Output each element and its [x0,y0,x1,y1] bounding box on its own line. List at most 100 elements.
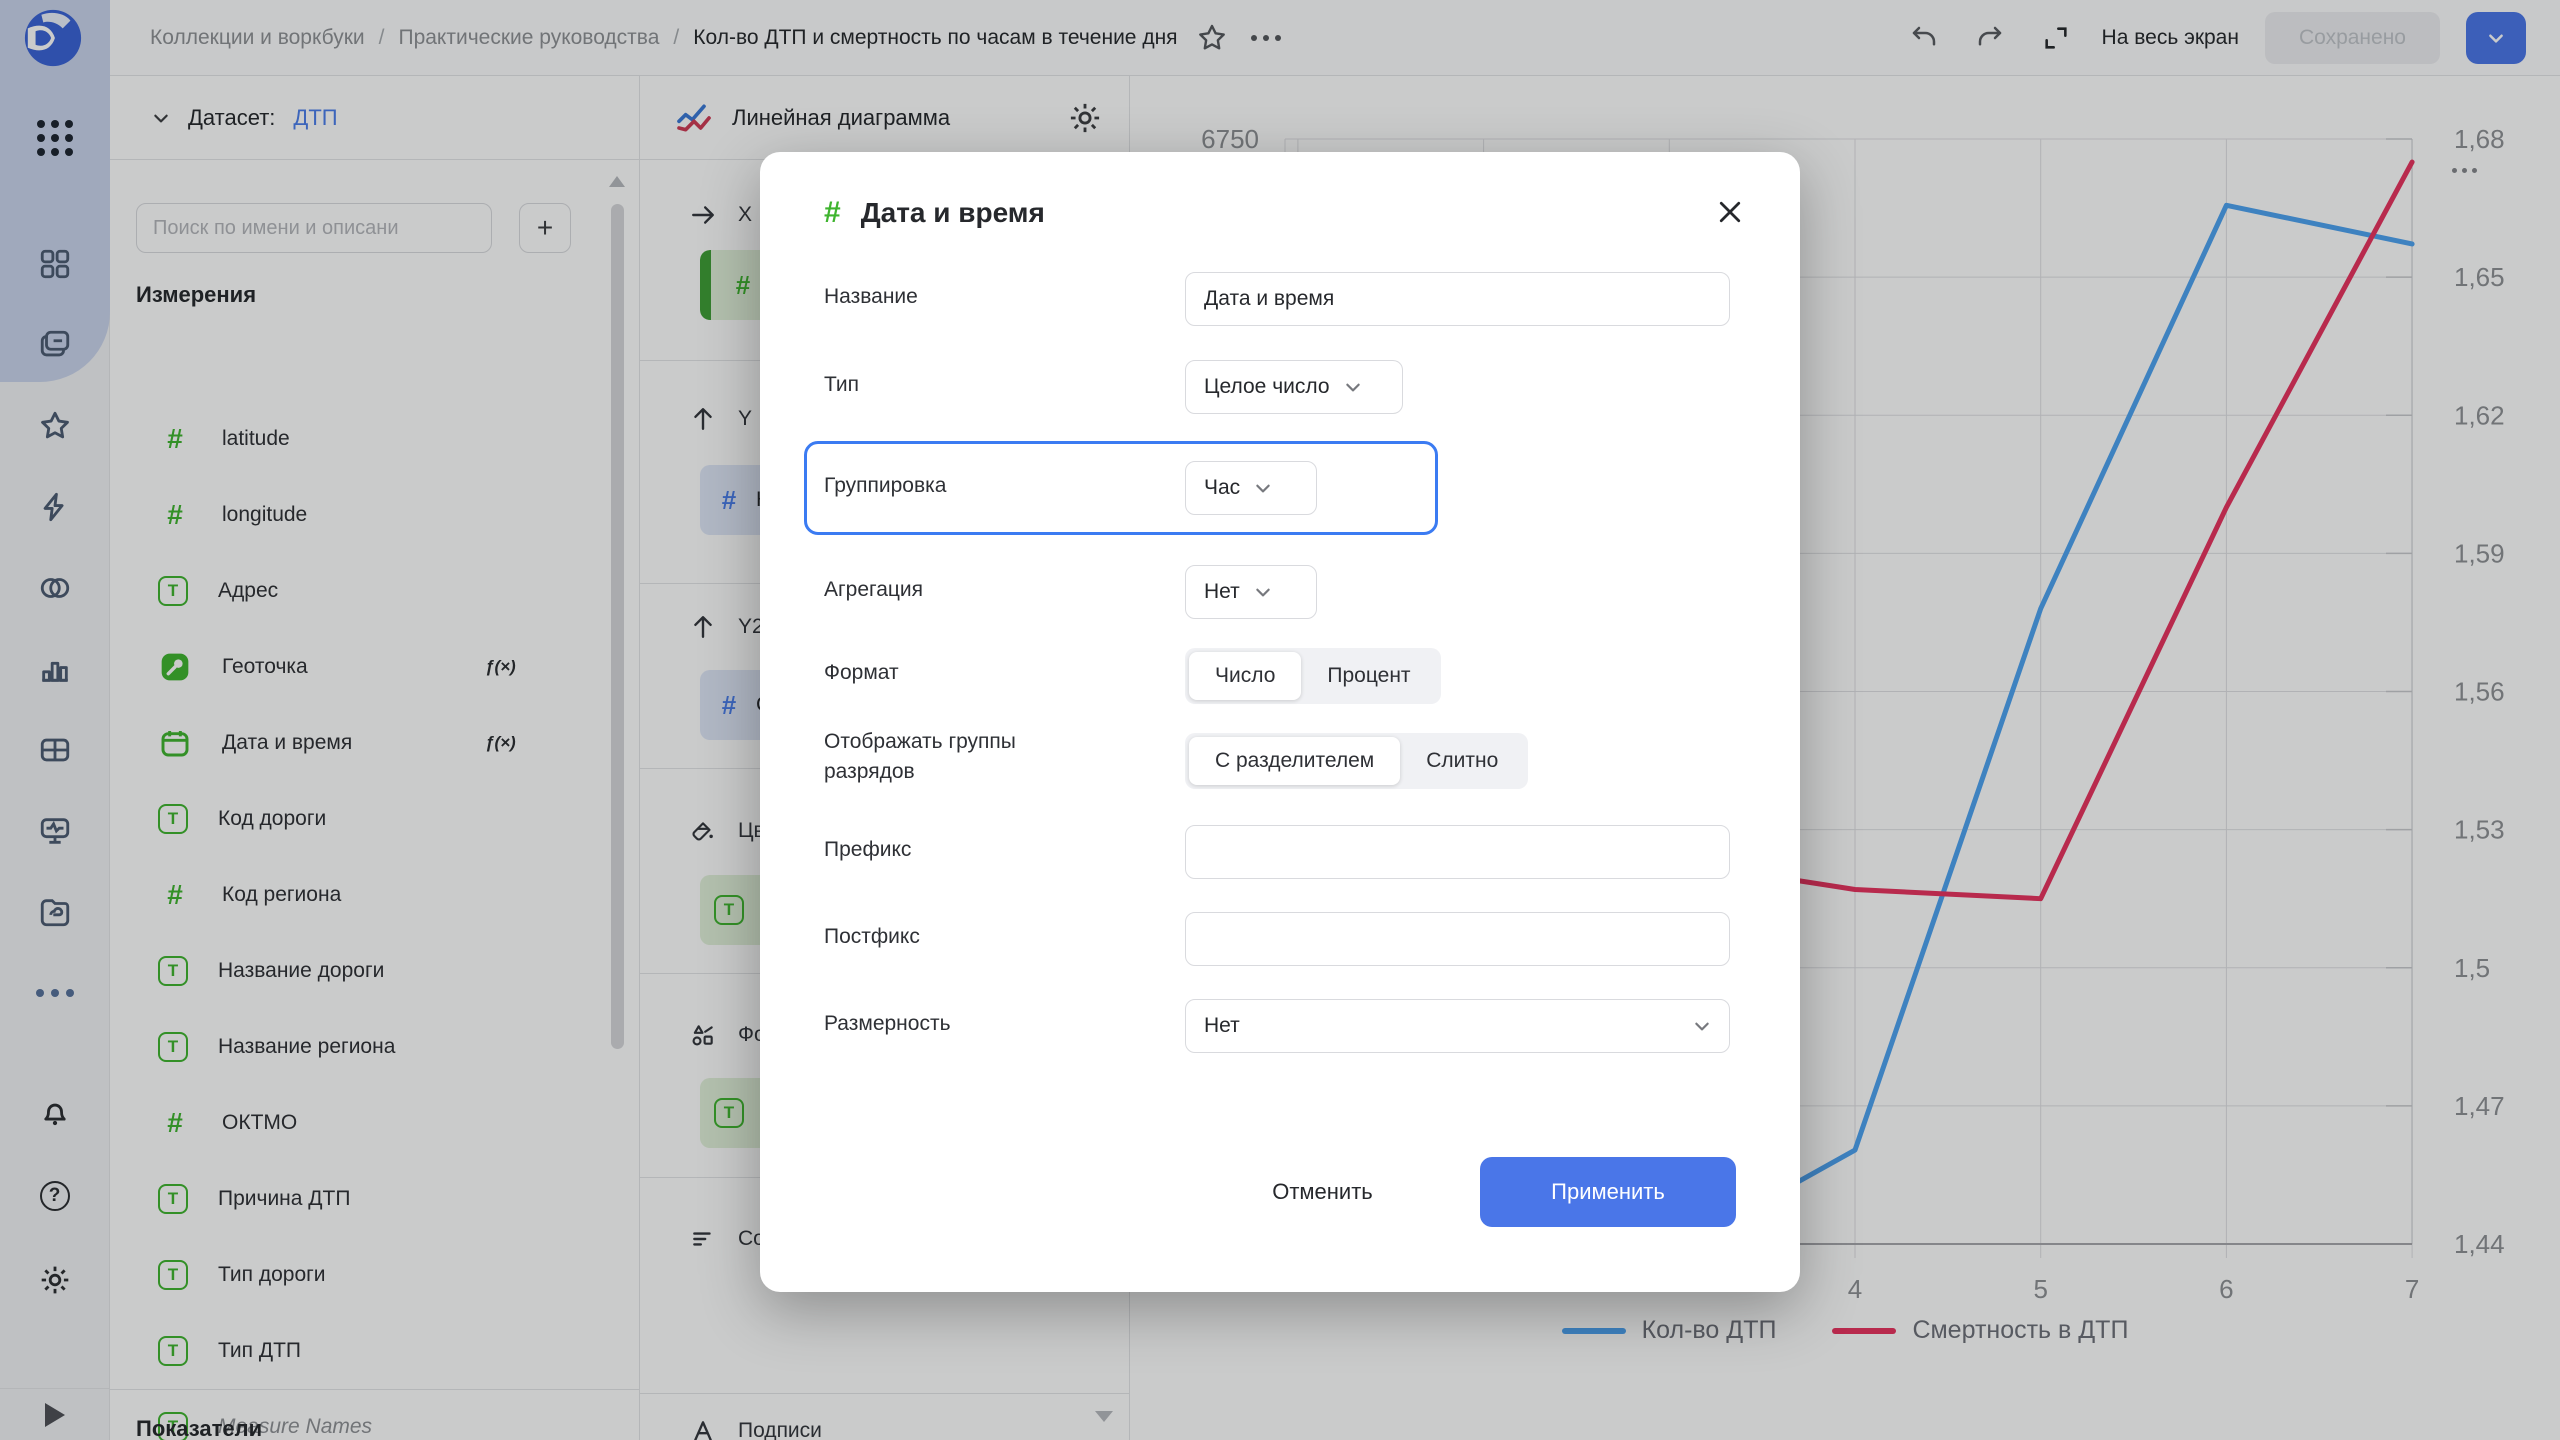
fullscreen-button[interactable]: На весь экран [2102,26,2239,50]
dashboards-icon[interactable] [33,242,77,286]
settings-gear-icon[interactable] [33,1258,77,1302]
type-select[interactable]: Целое число [1185,360,1403,414]
format-number-option[interactable]: Число [1189,652,1302,700]
field-label: latitude [222,427,290,450]
field-row[interactable]: Тип дороги [110,1237,639,1313]
redo-icon[interactable] [1970,18,2010,58]
modal-title-row: # Дата и время [824,196,1045,230]
charts-icon[interactable] [33,647,77,691]
modal-title: Дата и время [860,197,1045,228]
field-row[interactable]: Код региона [110,857,639,933]
grid-dots [36,120,73,156]
saved-button: Сохранено [2264,12,2440,64]
more-actions-icon[interactable] [1246,18,1286,58]
chart-settings-gear-icon[interactable] [1067,100,1103,136]
datasets-icon[interactable] [33,566,77,610]
field-row[interactable]: Код дороги [110,781,639,857]
breadcrumb-collections[interactable]: Коллекции и воркбуки [150,26,365,50]
aggregation-select[interactable]: Нет [1185,565,1317,619]
field-settings-modal: # Дата и время Название Тип Целое число … [760,152,1800,1292]
formula-fx-badge: ƒ(×) [485,733,516,752]
postfix-label: Постфикс [824,925,920,948]
cancel-button[interactable]: Отменить [1245,1157,1400,1227]
measures-section-title: Показатели [136,1416,263,1440]
legend-item[interactable]: Смертность в ДТП [1832,1316,2128,1345]
name-input[interactable] [1185,272,1730,326]
dimension-select[interactable]: Нет [1185,999,1730,1053]
monitoring-icon[interactable] [33,809,77,853]
text-field-icon [714,895,744,925]
field-row[interactable]: ОКТМО [110,1085,639,1161]
date-field-icon [158,727,192,759]
scroll-down-arrow[interactable] [1095,1411,1113,1422]
field-label: longitude [222,503,308,526]
chart-menu-dots-icon[interactable] [2452,168,2477,173]
apply-button[interactable]: Применить [1480,1157,1736,1227]
field-label: Тип ДТП [218,1339,301,1362]
prefix-input[interactable] [1185,825,1730,879]
help-icon[interactable]: ? [33,1174,77,1218]
field-row[interactable]: Дата и время ƒ(×) [110,705,639,781]
favorites-icon[interactable] [33,404,77,448]
chart-type-label[interactable]: Линейная диаграмма [732,105,1049,131]
dataset-label: Датасет: [188,104,276,130]
text-field-icon [158,1032,188,1062]
breadcrumb-guides[interactable]: Практические руководства [398,26,659,50]
dimensions-section-title: Измерения [136,282,257,307]
text-field-icon [158,1184,188,1214]
legend-label: Смертность в ДТП [1912,1316,2129,1344]
favorite-star-icon[interactable] [1192,18,1232,58]
dimension-field-list: latitude longitude Адрес [110,401,639,1440]
format-segmented-control: Число Процент [1185,648,1441,704]
chevron-down-icon [1695,1022,1709,1031]
legend-item[interactable]: Кол-во ДТП [1561,1316,1776,1345]
field-search-input[interactable] [136,203,492,253]
grouping-select[interactable]: Час [1185,461,1317,515]
with-separator-option[interactable]: С разделителем [1189,737,1401,785]
labels-a-icon [694,1421,712,1440]
format-percent-option[interactable]: Процент [1301,652,1436,700]
svg-text:1,65: 1,65 [2454,262,2505,292]
dataset-collapse-chevron-icon[interactable] [152,109,170,127]
text-field-icon [158,956,188,986]
field-label: Тип дороги [218,1263,326,1286]
section-divider [110,1389,639,1390]
close-icon[interactable] [1710,192,1750,232]
collections-icon[interactable] [33,323,77,367]
notifications-bell-icon[interactable] [33,1090,77,1134]
shapes-icon [692,1025,713,1046]
fullscreen-expand-icon[interactable] [2036,18,2076,58]
field-row[interactable]: Адрес [110,553,639,629]
number-field-icon [158,879,192,911]
field-label: ОКТМО [222,1111,298,1134]
format-label: Формат [824,661,899,684]
datalens-logo[interactable] [22,7,84,69]
digit-groups-label: Отображать группы разрядов [824,730,1016,783]
number-field-icon [158,499,192,531]
number-field-icon: # [721,484,737,515]
joined-option[interactable]: Слитно [1400,737,1524,785]
expand-play-icon[interactable] [45,1402,65,1427]
field-row[interactable]: Причина ДТП [110,1161,639,1237]
scroll-up-arrow[interactable] [609,176,625,187]
postfix-input[interactable] [1185,912,1730,966]
storage-folder-icon[interactable] [33,890,77,934]
apps-grid-icon[interactable] [33,116,77,160]
field-row[interactable]: longitude [110,477,639,553]
type-value: Целое число [1204,375,1330,398]
add-field-button[interactable]: + [519,203,571,253]
dataset-name-link[interactable]: ДТП [293,105,337,131]
type-label: Тип [824,373,860,396]
undo-icon[interactable] [1904,18,1944,58]
more-services-icon[interactable] [33,971,77,1015]
field-row[interactable]: Тип ДТП [110,1313,639,1389]
tables-icon[interactable] [33,728,77,772]
field-row[interactable]: Название региона [110,1009,639,1085]
save-dropdown-button[interactable] [2466,12,2526,64]
connections-icon[interactable] [33,485,77,529]
field-row[interactable]: Название дороги [110,933,639,1009]
number-field-icon [158,423,192,455]
field-row[interactable]: Геоточка ƒ(×) [110,629,639,705]
field-row[interactable]: latitude [110,401,639,477]
dimension-label: Размерность [824,1012,951,1035]
